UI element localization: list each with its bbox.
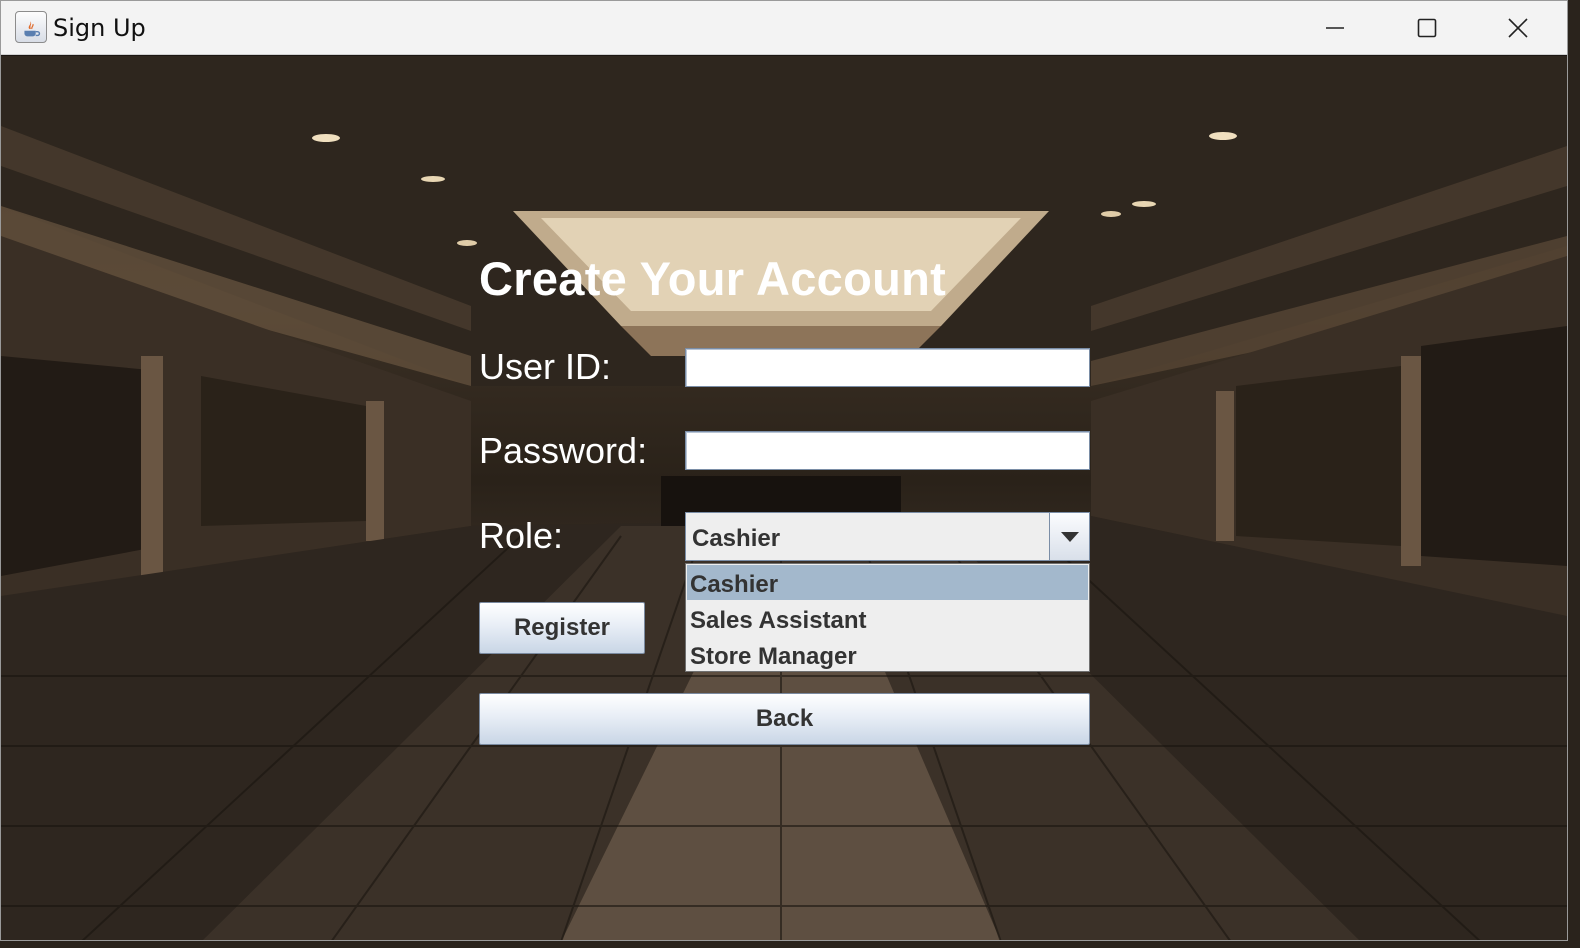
- password-input[interactable]: [685, 431, 1090, 470]
- role-label: Role:: [479, 515, 564, 556]
- role-option-sales-assistant[interactable]: Sales Assistant: [687, 601, 1088, 636]
- sign-up-window: Sign Up Create Your Account User ID: Pas…: [0, 0, 1568, 941]
- role-option-store-manager[interactable]: Store Manager: [687, 637, 1088, 672]
- minimize-button[interactable]: [1289, 1, 1381, 55]
- role-dropdown-arrow-button[interactable]: [1049, 513, 1089, 560]
- close-button[interactable]: [1472, 1, 1564, 55]
- back-button[interactable]: Back: [479, 693, 1090, 745]
- maximize-icon: [1417, 18, 1437, 38]
- role-select[interactable]: Cashier: [685, 512, 1090, 561]
- role-dropdown-list: Cashier Sales Assistant Store Manager: [685, 563, 1090, 672]
- title-bar[interactable]: Sign Up: [1, 1, 1567, 55]
- close-icon: [1508, 18, 1528, 38]
- user-id-label: User ID:: [479, 346, 612, 387]
- password-label: Password:: [479, 430, 648, 471]
- user-id-input[interactable]: [685, 348, 1090, 387]
- minimize-icon: [1326, 27, 1344, 29]
- mall-background-image: [1, 56, 1567, 940]
- java-app-icon: [15, 11, 47, 43]
- role-selected-value: Cashier: [692, 525, 781, 552]
- chevron-down-icon: [1060, 531, 1079, 542]
- window-title: Sign Up: [53, 14, 146, 42]
- maximize-button[interactable]: [1381, 1, 1473, 55]
- page-title: Create Your Account: [479, 252, 947, 305]
- role-option-cashier[interactable]: Cashier: [687, 565, 1088, 600]
- register-button[interactable]: Register: [479, 602, 645, 654]
